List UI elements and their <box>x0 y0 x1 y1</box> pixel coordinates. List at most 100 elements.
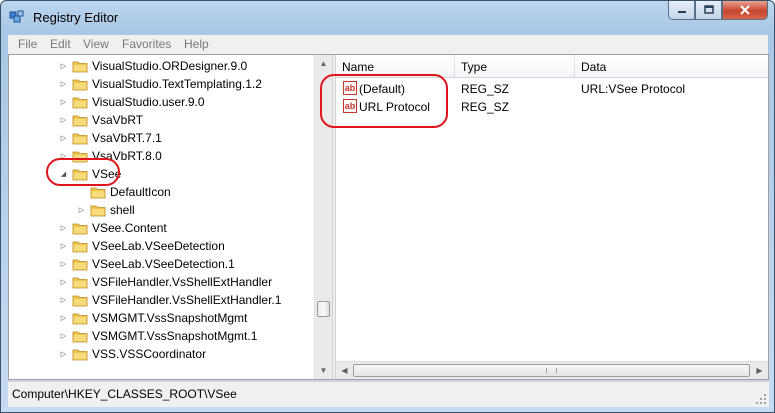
tree-item[interactable]: ▷ VSeeLab.VSeeDetection <box>59 237 225 255</box>
minimize-button[interactable] <box>668 1 695 20</box>
folder-icon <box>72 313 88 324</box>
window-title: Registry Editor <box>33 10 119 25</box>
tree-item-label: VSFileHandler.VsShellExtHandler <box>92 275 273 289</box>
close-icon <box>740 5 750 15</box>
tree-item[interactable]: ▷ VSMGMT.VssSnapshotMgmt.1 <box>59 327 258 345</box>
tree-item-label: VSee.Content <box>92 221 167 235</box>
expand-arrow-icon[interactable]: ▷ <box>59 62 68 71</box>
tree-item[interactable]: ▷ VsaVbRT <box>59 111 143 129</box>
folder-icon <box>72 151 88 162</box>
folder-icon <box>72 79 88 90</box>
status-path: Computer\HKEY_CLASSES_ROOT\VSee <box>12 387 237 401</box>
tree-item-label: VisualStudio.user.9.0 <box>92 95 205 109</box>
menu-file[interactable]: File <box>18 37 37 51</box>
tree-item-label: DefaultIcon <box>110 185 171 199</box>
title-bar[interactable]: Registry Editor <box>1 1 774 35</box>
registry-tree: ▷ VisualStudio.ORDesigner.9.0 ▷ VisualStudi… <box>9 55 332 379</box>
folder-icon <box>72 277 88 288</box>
scroll-down-arrow-icon[interactable]: ▼ <box>315 362 332 379</box>
expand-arrow-icon[interactable]: ▷ <box>59 260 68 269</box>
tree-item-label: VSeeLab.VSeeDetection.1 <box>92 257 235 271</box>
grip-icon <box>546 368 557 373</box>
expand-arrow-icon[interactable]: ▷ <box>59 116 68 125</box>
menu-favorites[interactable]: Favorites <box>122 37 171 51</box>
registry-editor-window: Registry Editor File Edit View Favorites… <box>0 0 775 413</box>
resize-grip-icon[interactable] <box>755 393 767 405</box>
expand-arrow-icon[interactable]: ▷ <box>59 152 68 161</box>
list-horizontal-scrollbar[interactable]: ◀ ▶ <box>336 361 768 379</box>
close-button[interactable] <box>722 1 768 20</box>
tree-item-label: VSS.VSSCoordinator <box>92 347 207 361</box>
folder-icon <box>72 169 88 180</box>
list-item[interactable]: ab (Default) REG_SZ URL:VSee Protocol <box>336 80 768 98</box>
value-name: URL Protocol <box>359 100 430 114</box>
tree-item[interactable]: ▷ VisualStudio.TextTemplating.1.2 <box>59 75 262 93</box>
scroll-left-arrow-icon[interactable]: ◀ <box>336 362 353 379</box>
menu-edit[interactable]: Edit <box>50 37 71 51</box>
tree-item[interactable]: ▷ VSMGMT.VssSnapshotMgmt <box>59 309 248 327</box>
tree-item[interactable]: ▷ VsaVbRT.8.0 <box>59 147 162 165</box>
tree-scroll-thumb[interactable] <box>317 301 330 317</box>
tree-item-label: VSFileHandler.VsShellExtHandler.1 <box>92 293 282 307</box>
expand-arrow-icon[interactable]: ▷ <box>59 242 68 251</box>
folder-icon <box>72 61 88 72</box>
tree-item[interactable]: ▷ VSS.VSSCoordinator <box>59 345 206 363</box>
list-item[interactable]: ab URL Protocol REG_SZ <box>336 98 768 116</box>
expand-arrow-icon[interactable]: ▷ <box>59 332 68 341</box>
maximize-icon <box>703 5 714 14</box>
column-header-data[interactable]: Data <box>575 55 768 77</box>
tree-item[interactable]: ◢ VSee <box>59 165 122 183</box>
tree-item-label: shell <box>110 203 135 217</box>
collapse-arrow-icon[interactable]: ◢ <box>59 170 68 179</box>
client-area: ▷ VisualStudio.ORDesigner.9.0 ▷ VisualStudi… <box>8 54 769 380</box>
tree-item[interactable]: ▷ VSee.Content <box>59 219 167 237</box>
tree-item-label: VisualStudio.TextTemplating.1.2 <box>92 77 262 91</box>
tree-item-label: VSMGMT.VssSnapshotMgmt <box>92 311 248 325</box>
expand-arrow-icon[interactable]: ▷ <box>59 98 68 107</box>
caption-buttons <box>668 1 768 21</box>
maximize-button[interactable] <box>695 1 722 20</box>
scroll-up-arrow-icon[interactable]: ▲ <box>315 55 332 72</box>
scroll-right-arrow-icon[interactable]: ▶ <box>751 362 768 379</box>
tree-item-label: VsaVbRT.8.0 <box>92 149 162 163</box>
tree-item[interactable]: ▷ VSeeLab.VSeeDetection.1 <box>59 255 235 273</box>
expand-arrow-icon[interactable]: ▷ <box>59 134 68 143</box>
tree-item-label: VSeeLab.VSeeDetection <box>92 239 225 253</box>
values-list: Name Type Data ab (Default) REG_SZ URL:V… <box>336 55 768 379</box>
tree-item-label: VisualStudio.ORDesigner.9.0 <box>92 59 248 73</box>
folder-icon <box>72 115 88 126</box>
folder-icon <box>72 295 88 306</box>
expand-arrow-icon[interactable]: ▷ <box>59 224 68 233</box>
tree-item-label: VSee <box>92 167 122 181</box>
tree-item[interactable]: ▷ VisualStudio.ORDesigner.9.0 <box>59 57 247 75</box>
tree-item[interactable]: DefaultIcon <box>77 183 171 201</box>
tree-vertical-scrollbar[interactable]: ▲ ▼ <box>314 55 332 379</box>
column-header-name[interactable]: Name <box>336 55 455 77</box>
tree-item[interactable]: ▷ VisualStudio.user.9.0 <box>59 93 205 111</box>
tree-item[interactable]: ▷ VsaVbRT.7.1 <box>59 129 162 147</box>
expand-arrow-icon[interactable]: ▷ <box>59 80 68 89</box>
minimize-icon <box>677 11 686 13</box>
folder-icon <box>90 205 106 216</box>
value-type: REG_SZ <box>461 100 510 114</box>
list-header: Name Type Data <box>336 55 768 78</box>
menu-view[interactable]: View <box>83 37 109 51</box>
tree-item[interactable]: ▷ shell <box>77 201 135 219</box>
tree-item[interactable]: ▷ VSFileHandler.VsShellExtHandler.1 <box>59 291 282 309</box>
expand-arrow-icon[interactable]: ▷ <box>59 278 68 287</box>
expand-arrow-icon[interactable]: ▷ <box>59 314 68 323</box>
list-scroll-thumb[interactable] <box>353 364 750 377</box>
expand-arrow-icon[interactable]: ▷ <box>59 350 68 359</box>
column-header-type[interactable]: Type <box>455 55 575 77</box>
folder-icon <box>72 349 88 360</box>
ab-string-icon: ab <box>343 81 357 95</box>
folder-icon <box>72 97 88 108</box>
menu-bar: File Edit View Favorites Help <box>8 35 768 55</box>
expand-arrow-icon[interactable]: ▷ <box>59 296 68 305</box>
status-bar: Computer\HKEY_CLASSES_ROOT\VSee <box>8 381 769 407</box>
menu-help[interactable]: Help <box>184 37 209 51</box>
tree-item[interactable]: ▷ VSFileHandler.VsShellExtHandler <box>59 273 272 291</box>
folder-icon <box>90 187 106 198</box>
expand-arrow-icon[interactable]: ▷ <box>77 206 86 215</box>
